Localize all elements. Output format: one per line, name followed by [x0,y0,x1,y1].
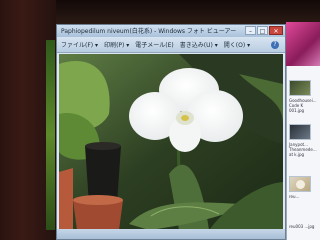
background-top [56,0,320,24]
minimize-button[interactable]: – [245,26,256,35]
maximize-button[interactable]: □ [257,26,268,35]
title-bar[interactable]: Paphiopedilum niveum(白花系) - Windows フォト … [57,25,285,37]
thumbnail-image[interactable] [289,80,311,96]
background-image-strip [286,22,320,66]
thumbnail-label[interactable]: Goodhousei... Code K 001.jpg [289,98,319,113]
photo-display[interactable] [59,54,283,230]
menu-bar: ファイル(F) ▾ 印刷(P) ▾ 電子メール(E) 書き込み(U) ▾ 開く(… [57,37,285,53]
thumbnail-label[interactable]: Janypot... Theanmede... at k.jpg [289,142,319,157]
thumbnail-label[interactable]: reu... [289,194,319,199]
thumbnail-image[interactable] [289,124,311,140]
help-icon[interactable]: ? [271,41,279,49]
window-controls: – □ ✕ [245,26,283,35]
menu-open[interactable]: 開く(O) ▾ [224,40,250,49]
photo-viewer-window: Paphiopedilum niveum(白花系) - Windows フォト … [56,24,286,240]
thumbnail-label[interactable]: reu003 ...jpg [289,224,319,229]
playback-controls-bar[interactable] [57,229,285,239]
menu-print[interactable]: 印刷(P) ▾ [104,40,129,49]
close-button[interactable]: ✕ [269,26,283,35]
thumbnail-image[interactable] [289,176,311,192]
menu-file[interactable]: ファイル(F) ▾ [61,40,98,49]
menu-burn[interactable]: 書き込み(U) ▾ [180,40,218,49]
menu-email[interactable]: 電子メール(E) [135,40,173,49]
window-title: Paphiopedilum niveum(白花系) - Windows フォト … [61,28,237,35]
background-window-edge [46,40,55,230]
orchid-photo [59,54,283,230]
